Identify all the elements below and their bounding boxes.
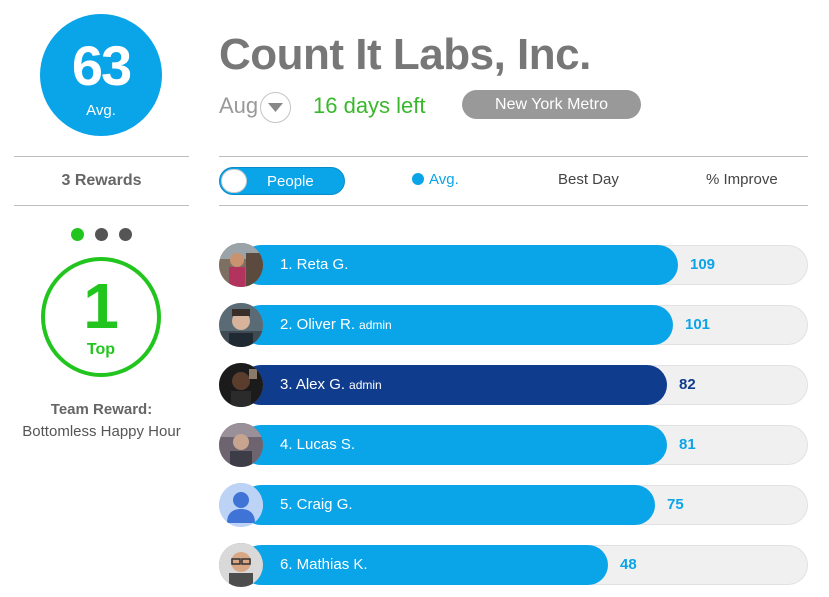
toggle-knob (221, 169, 247, 193)
default-person-icon (219, 483, 263, 527)
avatar[interactable] (219, 543, 263, 587)
row-name: 4. Lucas S. (280, 436, 355, 453)
leaderboard-row[interactable]: 3. Alex G. admin 82 (219, 363, 808, 407)
row-name: 1. Reta G. (280, 256, 348, 273)
row-name: 2. Oliver R. admin (280, 316, 392, 333)
avatar[interactable] (219, 363, 263, 407)
leaderboard-row[interactable]: 2. Oliver R. admin 101 (219, 303, 808, 347)
leaderboard-row[interactable]: 1. Reta G. 109 (219, 243, 808, 287)
row-value: 82 (679, 376, 696, 393)
divider (14, 205, 189, 206)
company-title: Count It Labs, Inc. (219, 30, 591, 79)
row-name-text: 5. Craig G. (280, 496, 353, 513)
row-value: 109 (690, 256, 716, 273)
row-name-text: 4. Lucas S. (280, 436, 356, 453)
toggle-label: People (267, 173, 314, 190)
average-score-value: 63 (71, 34, 132, 97)
row-name: 6. Mathias K. (280, 556, 368, 573)
avatar[interactable] (219, 303, 263, 347)
sort-by-improve[interactable]: % Improve (706, 171, 778, 188)
reward-pager-dot-2[interactable] (95, 228, 108, 241)
row-name-text: 3. Alex G. (280, 376, 346, 393)
sort-by-best-day[interactable]: Best Day (558, 171, 619, 188)
people-toggle[interactable]: People (219, 167, 345, 195)
average-score-label: Avg. (86, 102, 116, 119)
row-value: 81 (679, 436, 696, 453)
selected-indicator-icon (412, 173, 424, 185)
row-name-text: 1. Reta G. (280, 256, 349, 273)
month-label[interactable]: Aug (219, 93, 258, 119)
divider (14, 156, 189, 157)
sort-by-avg[interactable]: Avg. (412, 171, 459, 188)
days-left: 16 days left (313, 93, 426, 118)
row-name: 5. Craig G. (280, 496, 353, 513)
row-value: 48 (620, 556, 637, 573)
row-value: 75 (667, 496, 684, 513)
row-name-text: 6. Mathias K. (280, 556, 368, 573)
row-value: 101 (685, 316, 711, 333)
leaderboard-row[interactable]: 6. Mathias K. 48 (219, 543, 808, 587)
month-dropdown-button[interactable] (260, 92, 291, 123)
row-name: 3. Alex G. admin (280, 376, 382, 393)
rewards-count[interactable]: 3 Rewards (14, 172, 189, 190)
sort-avg-label: Avg. (429, 171, 459, 188)
leaderboard-row[interactable]: 4. Lucas S. 81 (219, 423, 808, 467)
avatar[interactable] (219, 483, 263, 527)
role-badge: admin (349, 378, 382, 392)
top-reward-number: 1 (83, 270, 119, 342)
role-badge: admin (359, 318, 392, 332)
divider (219, 205, 808, 206)
chevron-down-icon (268, 103, 283, 112)
divider (219, 156, 808, 157)
top-reward-label: Top (86, 341, 116, 358)
team-reward-title: Team Reward: (50, 401, 153, 418)
row-name-text: 2. Oliver R. (280, 316, 356, 333)
team-reward-value: Bottomless Happy Hour (22, 423, 181, 440)
leaderboard-row[interactable]: 5. Craig G. 75 (219, 483, 808, 527)
avatar[interactable] (219, 243, 263, 287)
reward-pager-dot-1[interactable] (71, 228, 84, 241)
average-score-badge: 63 Avg. (40, 14, 162, 136)
region-badge[interactable]: New York Metro (462, 90, 641, 119)
reward-pager-dot-3[interactable] (119, 228, 132, 241)
top-reward-badge: 1 Top (41, 257, 161, 377)
avatar[interactable] (219, 423, 263, 467)
